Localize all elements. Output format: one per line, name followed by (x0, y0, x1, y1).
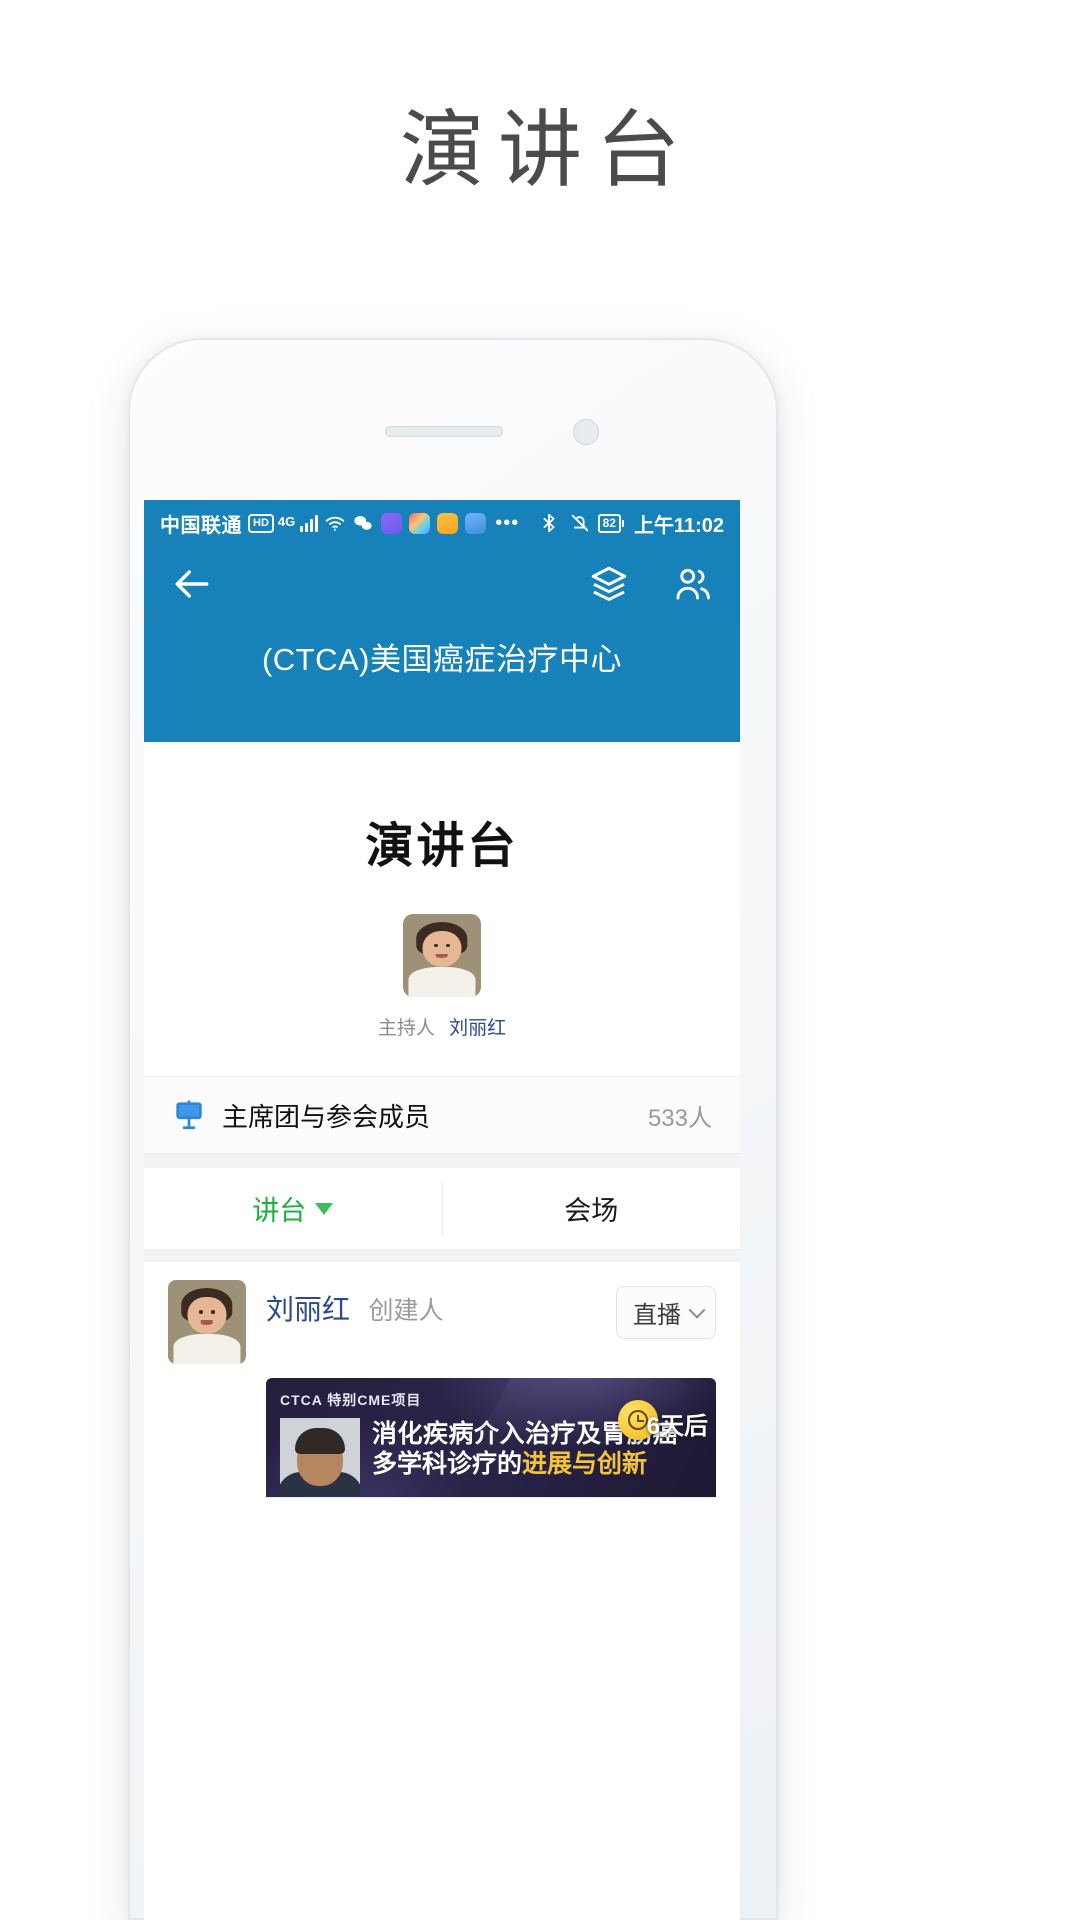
app-header-actions (588, 563, 714, 605)
post-avatar-face-icon (187, 1296, 227, 1334)
yellow-app-icon (437, 512, 459, 534)
post-banner[interactable]: CTCA 特别CME项目 消化疾病介入治疗及胃肠癌 多学科诊疗的进展与创新 6天… (266, 1378, 716, 1498)
more-dots-icon: ••• (495, 512, 520, 534)
live-dropdown-button[interactable]: 直播 (616, 1286, 716, 1339)
avatar-eye-right-icon (445, 943, 450, 948)
clock-label: 上午11:02 (633, 514, 724, 537)
status-bar-right: 82 上午11:02 (536, 509, 724, 538)
caret-down-icon (315, 1202, 334, 1215)
tab-huichang-label: 会场 (564, 1196, 619, 1226)
presentation-board-icon (176, 1100, 202, 1130)
clock-glyph-icon (628, 1410, 648, 1430)
section-gap (144, 1154, 740, 1168)
rainbow-app-icon (409, 512, 431, 534)
banner-line-2: 多学科诊疗的进展与创新 (372, 1450, 702, 1480)
bluetooth-icon (543, 513, 555, 533)
banner-speaker-photo (280, 1418, 360, 1496)
post-avatar-eye-left-icon (199, 1310, 204, 1314)
hd-badge-icon: HD (248, 513, 274, 533)
mute-bell-icon (571, 514, 588, 532)
battery-icon: 82 (597, 513, 625, 533)
wechat-icon (354, 516, 372, 530)
banner-countdown: 6天后 (646, 1413, 708, 1440)
avatar-face-icon (422, 930, 462, 968)
page-header: 演讲台 (0, 0, 1080, 300)
app-header-title: (CTCA)美国癌症治疗中心 (261, 642, 623, 677)
tab-bar: 讲台 会场 (144, 1168, 740, 1250)
post-author-name[interactable]: 刘丽红 (266, 1294, 350, 1325)
back-arrow-icon[interactable] (170, 562, 214, 606)
status-bar: 中国联通 HD 4G ••• 82 上午11:02 (144, 500, 740, 546)
avatar-body-icon (408, 967, 476, 997)
post-avatar[interactable] (168, 1280, 246, 1364)
phone-speaker-icon (385, 426, 503, 437)
app-header: (CTCA)美国癌症治疗中心 (144, 546, 740, 742)
tab-huichang[interactable]: 会场 (443, 1168, 741, 1249)
stage-title: 演讲台 (365, 820, 519, 873)
music-app-icon (381, 512, 403, 534)
banner-speaker-hair-icon (295, 1428, 345, 1454)
chevron-down-icon (688, 1301, 706, 1319)
signal-bars-icon (300, 514, 319, 532)
post-avatar-eye-right-icon (210, 1310, 215, 1314)
members-label: 主席团与参会成员 (222, 1101, 431, 1132)
banner-line-2-prefix: 多学科诊疗的 (372, 1449, 523, 1478)
host-name[interactable]: 刘丽红 (449, 1018, 506, 1039)
members-row[interactable]: 主席团与参会成员 533人 (144, 1076, 740, 1154)
app-header-toolbar (144, 546, 740, 606)
stage-bottom-spacer (144, 1040, 740, 1076)
tab-jiangtai[interactable]: 讲台 (144, 1168, 442, 1249)
tabs-bottom-gap (144, 1250, 740, 1262)
host-line: 主持人 刘丽红 (378, 1013, 506, 1040)
banner-line-2-highlight: 进展与创新 (522, 1449, 648, 1478)
phone-camera-icon (573, 419, 599, 445)
layers-icon[interactable] (588, 563, 630, 605)
carrier-label: 中国联通 (160, 514, 242, 537)
members-count: 533人 (647, 1104, 712, 1132)
host-avatar[interactable] (403, 914, 481, 997)
page-title: 演讲台 (399, 103, 694, 197)
phone-screen: 中国联通 HD 4G ••• 82 上午11:02 (CTCA)美国癌症治疗中心… (144, 500, 740, 1920)
post-meta: 刘丽红 创建人 (266, 1280, 616, 1328)
post-avatar-body-icon (173, 1333, 241, 1364)
cloud-app-icon (465, 512, 487, 534)
live-dropdown-label: 直播 (633, 1302, 681, 1329)
status-bar-left: 中国联通 HD 4G ••• (160, 509, 536, 538)
tab-jiangtai-label: 讲台 (252, 1196, 307, 1226)
post-banner-wrap[interactable]: CTCA 特别CME项目 消化疾病介入治疗及胃肠癌 多学科诊疗的进展与创新 6天… (266, 1378, 716, 1498)
phone-mockup: 中国联通 HD 4G ••• 82 上午11:02 (CTCA)美国癌症治疗中心… (128, 338, 778, 1920)
stage-section: 演讲台 主持人 刘丽红 (144, 742, 740, 1040)
host-label: 主持人 (377, 1018, 435, 1039)
post-item: 刘丽红 创建人 直播 CTCA 特别CME项目 消化疾病介入治疗及胃肠癌 多学科… (144, 1262, 740, 1498)
post-author-role: 创建人 (368, 1297, 444, 1325)
people-icon[interactable] (672, 563, 714, 605)
network-type-label: 4G (277, 513, 296, 529)
post-header: 刘丽红 创建人 直播 (168, 1280, 716, 1364)
wifi-icon (326, 516, 345, 531)
